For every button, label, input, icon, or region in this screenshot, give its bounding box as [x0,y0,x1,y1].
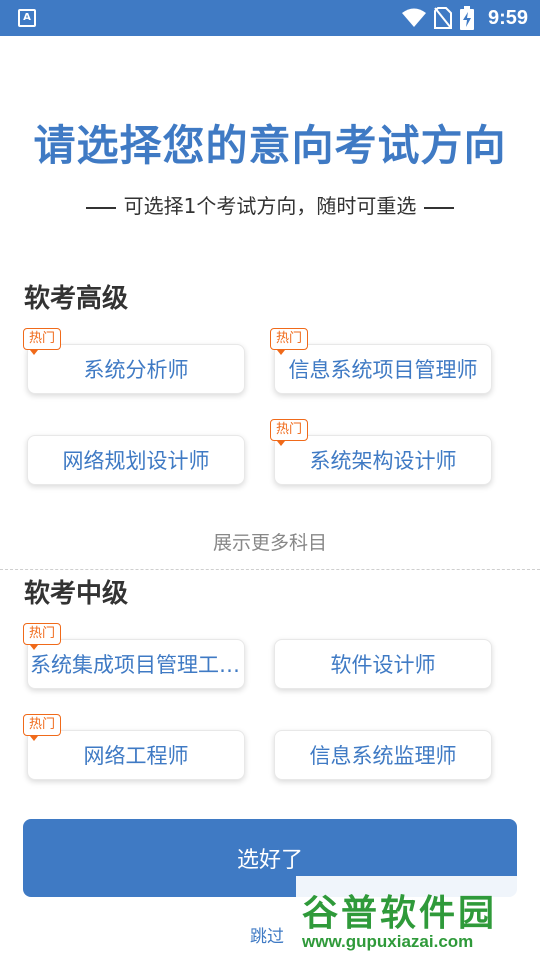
section-divider [0,569,540,570]
clock: 9:59 [487,6,528,29]
option-network-engineer[interactable]: 网络工程师 [27,730,245,780]
dash-left [85,206,116,209]
option-system-analyst[interactable]: 系统分析师 [27,344,245,394]
status-icons: 9:59 [401,0,528,36]
status-bar: A 9:59 [0,0,540,36]
option-system-architect[interactable]: 系统架构设计师 [274,435,492,485]
option-label: 软件设计师 [330,653,436,677]
option-label: 系统集成项目管理工程师 [30,653,242,677]
option-label: 系统分析师 [83,358,189,382]
section-title-intermediate: 软考中级 [24,579,129,609]
section-title-advanced: 软考高级 [24,284,129,314]
option-label: 网络规划设计师 [62,449,210,473]
page-subtitle: 可选择1个考试方向，随时可重选 [0,190,540,219]
hot-badge: 热门 [23,623,62,650]
option-label: 信息系统项目管理师 [288,358,478,382]
hot-badge: 热门 [270,419,309,446]
watermark: 谷普软件园 www.gupuxiazai.com [296,876,540,960]
option-label: 系统架构设计师 [309,449,457,473]
option-system-integration-pm[interactable]: 系统集成项目管理工程师 [27,639,245,689]
hot-badge: 热门 [23,714,62,741]
skip-link[interactable]: 跳过 [250,922,284,947]
option-software-designer[interactable]: 软件设计师 [274,639,492,689]
no-sim-icon [433,7,452,29]
option-network-planner[interactable]: 网络规划设计师 [27,435,245,485]
page-title: 请选择您的意向考试方向 [33,121,507,170]
watermark-url: www.gupuxiazai.com [302,932,474,951]
option-info-system-supervisor[interactable]: 信息系统监理师 [274,730,492,780]
dash-right [424,206,455,209]
battery-charging-icon [459,6,474,30]
subtitle-text: 可选择1个考试方向，随时可重选 [123,194,417,218]
option-label: 网络工程师 [83,744,189,768]
hot-badge: 热门 [270,328,309,355]
app-notification-icon: A [18,9,36,27]
show-more-link[interactable]: 展示更多科目 [0,528,540,555]
option-info-system-pm[interactable]: 信息系统项目管理师 [274,344,492,394]
wifi-icon [401,8,426,27]
option-label: 信息系统监理师 [309,744,457,768]
watermark-title: 谷普软件园 [302,893,498,934]
hot-badge: 热门 [23,328,62,355]
